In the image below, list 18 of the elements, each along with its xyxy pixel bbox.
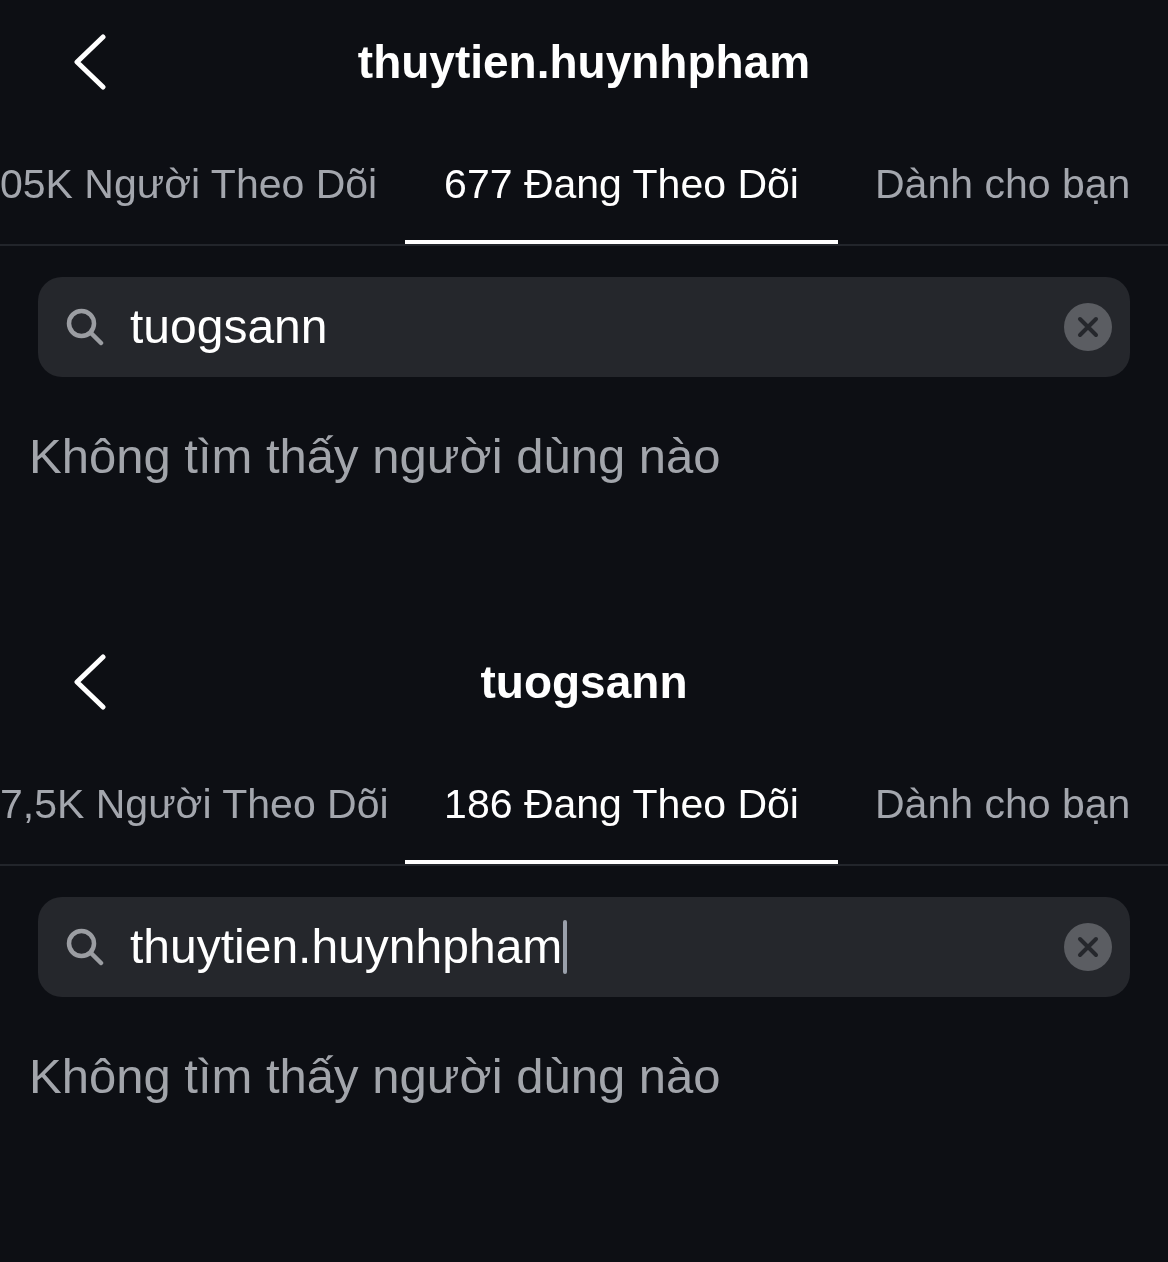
search-text: thuytien.huynhpham xyxy=(130,923,563,971)
tab[interactable]: 186 Đang Theo Dõi xyxy=(405,744,838,864)
tab[interactable]: 677 Đang Theo Dõi xyxy=(405,124,838,244)
empty-result-message: Không tìm thấy người dùng nào xyxy=(29,428,721,485)
tab[interactable]: 7,5K Người Theo Dõi xyxy=(0,744,405,864)
tab[interactable]: 05K Người Theo Dõi xyxy=(0,124,405,244)
tab[interactable]: Dành cho bạn xyxy=(838,744,1168,864)
search-icon xyxy=(66,928,104,966)
tab[interactable]: Dành cho bạn xyxy=(838,124,1168,244)
clear-icon xyxy=(1064,923,1112,971)
back-chevron-icon xyxy=(72,34,106,90)
back-chevron-icon xyxy=(72,654,106,710)
clear-icon xyxy=(1064,303,1112,351)
empty-result-message: Không tìm thấy người dùng nào xyxy=(29,1048,721,1105)
search-field[interactable]: tuogsann xyxy=(38,277,1130,377)
search-text: tuogsann xyxy=(130,303,328,351)
search-field[interactable]: thuytien.huynhpham xyxy=(38,897,1130,997)
search-icon xyxy=(66,308,104,346)
